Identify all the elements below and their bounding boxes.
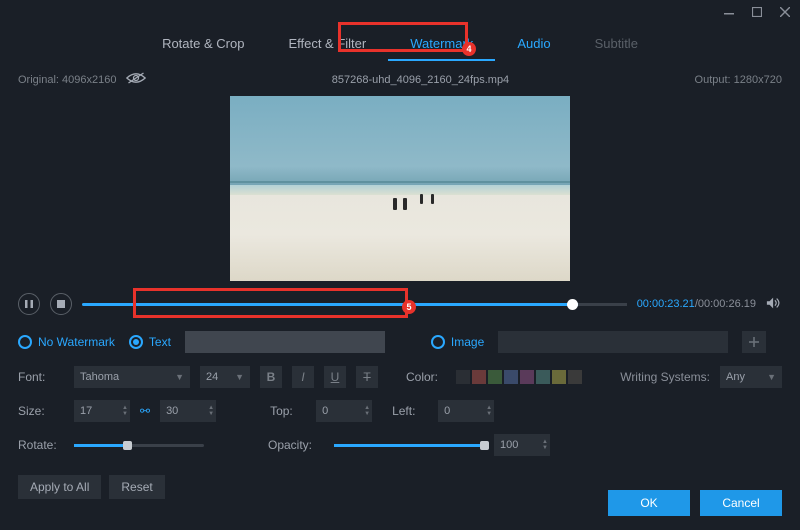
size-label: Size: (18, 404, 64, 418)
filename-label: 857268-uhd_4096_2160_24fps.mp4 (146, 74, 694, 86)
slider-knob[interactable] (123, 441, 132, 450)
rotate-label: Rotate: (18, 438, 64, 452)
watermark-image-field[interactable] (498, 331, 728, 353)
radio-icon (431, 335, 445, 349)
radio-image-label: Image (451, 335, 484, 349)
volume-icon[interactable] (766, 296, 782, 313)
underline-button[interactable]: U (324, 366, 346, 388)
annotation-badge-4: 4 (462, 42, 476, 56)
chevron-down-icon: ▼ (767, 372, 776, 382)
font-label: Font: (18, 370, 64, 384)
writing-systems-select[interactable]: Any▼ (720, 366, 782, 388)
visibility-toggle-icon[interactable] (126, 71, 146, 88)
watermark-text-input[interactable] (185, 331, 385, 353)
ok-button[interactable]: OK (608, 490, 690, 516)
tab-subtitle[interactable]: Subtitle (573, 28, 660, 61)
meta-row: Original: 4096x2160 857268-uhd_4096_2160… (0, 61, 800, 94)
titlebar (0, 0, 800, 24)
close-icon[interactable] (778, 5, 792, 19)
timeline-knob[interactable] (567, 299, 578, 310)
stop-button[interactable] (50, 293, 72, 315)
add-image-button[interactable] (742, 331, 766, 353)
watermark-type-row: No Watermark Text Image (0, 321, 800, 361)
radio-no-watermark[interactable]: No Watermark (18, 335, 115, 349)
maximize-icon[interactable] (750, 5, 764, 19)
radio-text[interactable]: Text (129, 335, 171, 349)
watermark-controls: Font: Tahoma▼ 24▼ B I U T Color: Writing… (0, 361, 800, 471)
left-label: Left: (392, 404, 428, 418)
cancel-button[interactable]: Cancel (700, 490, 782, 516)
current-time: 00:00:23.21 (637, 298, 695, 310)
video-preview[interactable] (230, 96, 570, 281)
tab-rotate-crop[interactable]: Rotate & Crop (140, 28, 266, 61)
tab-effect-filter[interactable]: Effect & Filter (266, 28, 388, 61)
annotation-badge-5: 5 (402, 300, 416, 314)
chevron-down-icon: ▼ (235, 372, 244, 382)
bold-button[interactable]: B (260, 366, 282, 388)
transport-bar: 00:00:23.21/00:00:26.19 (0, 287, 800, 321)
output-dimensions-label: Output: 1280x720 (695, 74, 782, 86)
font-family-select[interactable]: Tahoma▼ (74, 366, 190, 388)
radio-icon (129, 335, 143, 349)
opacity-spinner[interactable]: 100▲▼ (494, 434, 550, 456)
tab-audio[interactable]: Audio (495, 28, 572, 61)
left-spinner[interactable]: 0▲▼ (438, 400, 494, 422)
color-swatches[interactable] (456, 370, 582, 384)
apply-to-all-button[interactable]: Apply to All (18, 475, 101, 499)
strikethrough-button[interactable]: T (356, 366, 378, 388)
radio-text-label: Text (149, 335, 171, 349)
top-label: Top: (270, 404, 306, 418)
size-height-spinner[interactable]: 30▲▼ (160, 400, 216, 422)
slider-knob[interactable] (480, 441, 489, 450)
top-spinner[interactable]: 0▲▼ (316, 400, 372, 422)
opacity-slider[interactable] (334, 444, 484, 447)
color-label: Color: (406, 370, 446, 384)
radio-icon (18, 335, 32, 349)
writing-systems-label: Writing Systems: (620, 370, 710, 384)
rotate-slider[interactable] (74, 444, 204, 447)
size-width-spinner[interactable]: 17▲▼ (74, 400, 130, 422)
tab-watermark[interactable]: Watermark (388, 28, 495, 61)
italic-button[interactable]: I (292, 366, 314, 388)
radio-image[interactable]: Image (431, 335, 484, 349)
chevron-down-icon: ▼ (175, 372, 184, 382)
opacity-label: Opacity: (268, 438, 324, 452)
total-time: 00:00:26.19 (698, 298, 756, 310)
pause-button[interactable] (18, 293, 40, 315)
tab-bar: Rotate & Crop Effect & Filter Watermark … (0, 28, 800, 61)
video-preview-wrap (0, 94, 800, 287)
font-size-select[interactable]: 24▼ (200, 366, 250, 388)
minimize-icon[interactable] (722, 5, 736, 19)
link-icon[interactable]: ⚯ (140, 404, 150, 418)
radio-no-watermark-label: No Watermark (38, 335, 115, 349)
original-dimensions-label: Original: 4096x2160 (18, 74, 116, 86)
timeline-scrubber[interactable] (82, 303, 627, 306)
reset-button[interactable]: Reset (109, 475, 164, 499)
